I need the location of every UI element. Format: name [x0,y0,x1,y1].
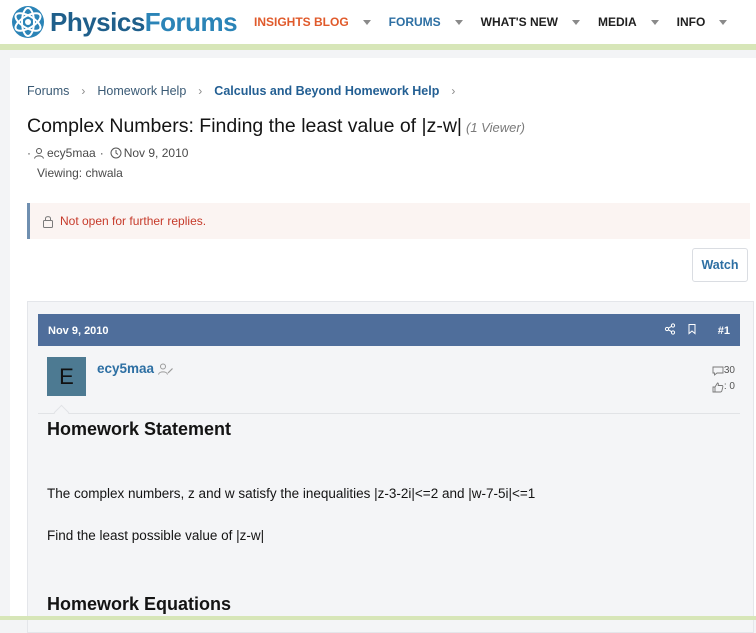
post: Nov 9, 2010 #1 E ecy5maa 30: 0 Homework… [27,301,754,633]
messages-icon [712,366,724,376]
nav-forums-label: FORUMS [388,15,441,29]
viewing-list: Viewing: chwala [37,166,123,180]
atom-logo-icon [8,2,48,42]
chevron-right-icon: › [451,84,456,98]
nav-info-label: INFO [676,15,706,29]
messages-stat: 30 [712,363,735,379]
reactions-count: : 0 [723,381,735,392]
thumbs-up-icon [712,382,724,392]
clock-icon [110,147,122,159]
nav-media[interactable]: MEDIA [598,15,659,29]
post-user-stats: 30 : 0 [712,363,735,395]
meta-separator: · [99,146,104,160]
breadcrumb-calculus[interactable]: Calculus and Beyond Homework Help [214,84,439,98]
bookmark-icon[interactable] [686,323,698,335]
reactions-stat: : 0 [712,379,735,395]
nav-media-label: MEDIA [597,15,637,29]
nav-insights-blog[interactable]: INSIGHTS BLOG [254,15,371,29]
chevron-down-icon[interactable] [650,19,659,25]
post-divider [38,413,740,414]
main-nav: INSIGHTS BLOG FORUMS WHAT'S NEW MEDIA IN… [254,0,728,44]
share-icon[interactable] [664,323,676,335]
nav-whats-new[interactable]: WHAT'S NEW [481,15,580,29]
page-body: Forums › Homework Help › Calculus and Be… [10,58,756,633]
user-edit-icon [158,363,173,375]
bottom-accent-strip [0,616,756,620]
chevron-down-icon[interactable] [571,19,580,25]
homework-statement-text: The complex numbers, z and w satisfy the… [47,486,536,501]
thread-meta: · ecy5maa · Nov 9, 2010 [27,146,188,160]
breadcrumb-forums[interactable]: Forums [27,84,69,98]
messages-count: 30 [723,365,735,376]
nav-insights-blog-label: INSIGHTS BLOG [254,15,349,29]
post-username-link[interactable]: ecy5maa [97,361,154,376]
site-logo[interactable]: PhysicsForums [8,0,238,44]
nav-forums[interactable]: FORUMS [389,15,463,29]
chevron-right-icon: › [198,84,203,98]
site-name: PhysicsForums [50,6,238,38]
breadcrumb-homework-help[interactable]: Homework Help [97,84,186,98]
breadcrumb: Forums › Homework Help › Calculus and Be… [27,84,467,98]
closed-notice-text: Not open for further replies. [60,214,207,228]
homework-statement-heading: Homework Statement [47,419,232,439]
closed-notice: Not open for further replies. [27,203,750,239]
chevron-right-icon: › [81,84,86,98]
homework-equations-heading: Homework Equations [47,594,232,614]
post-username: ecy5maa [97,361,174,376]
post-number[interactable]: #1 [718,325,730,337]
nav-whats-new-label: WHAT'S NEW [480,15,558,29]
chevron-down-icon[interactable] [719,19,728,25]
chevron-down-icon[interactable] [362,19,371,25]
header-accent-strip [0,44,756,50]
nav-info[interactable]: INFO [677,15,728,29]
meta-separator: · [27,146,31,160]
site-name-part1: Physics [50,6,145,37]
site-header: PhysicsForums INSIGHTS BLOG FORUMS WHAT'… [0,0,756,44]
page-title: Complex Numbers: Finding the least value… [27,115,525,138]
avatar[interactable]: E [47,357,86,396]
post-actions [654,323,698,335]
viewer-count: (1 Viewer) [465,120,525,135]
thread-title: Complex Numbers: Finding the least value… [27,115,462,137]
homework-question-text: Find the least possible value of |z-w| [47,528,265,543]
user-icon [34,148,44,159]
post-divider-notch [53,404,70,421]
chevron-down-icon[interactable] [454,19,463,25]
thread-date[interactable]: Nov 9, 2010 [124,146,189,160]
post-header: Nov 9, 2010 #1 [38,314,740,346]
site-name-part2: Forums [144,6,238,37]
lock-icon [43,215,53,228]
post-date[interactable]: Nov 9, 2010 [48,325,109,337]
watch-button[interactable]: Watch [692,248,748,282]
thread-author[interactable]: ecy5maa [47,146,96,160]
